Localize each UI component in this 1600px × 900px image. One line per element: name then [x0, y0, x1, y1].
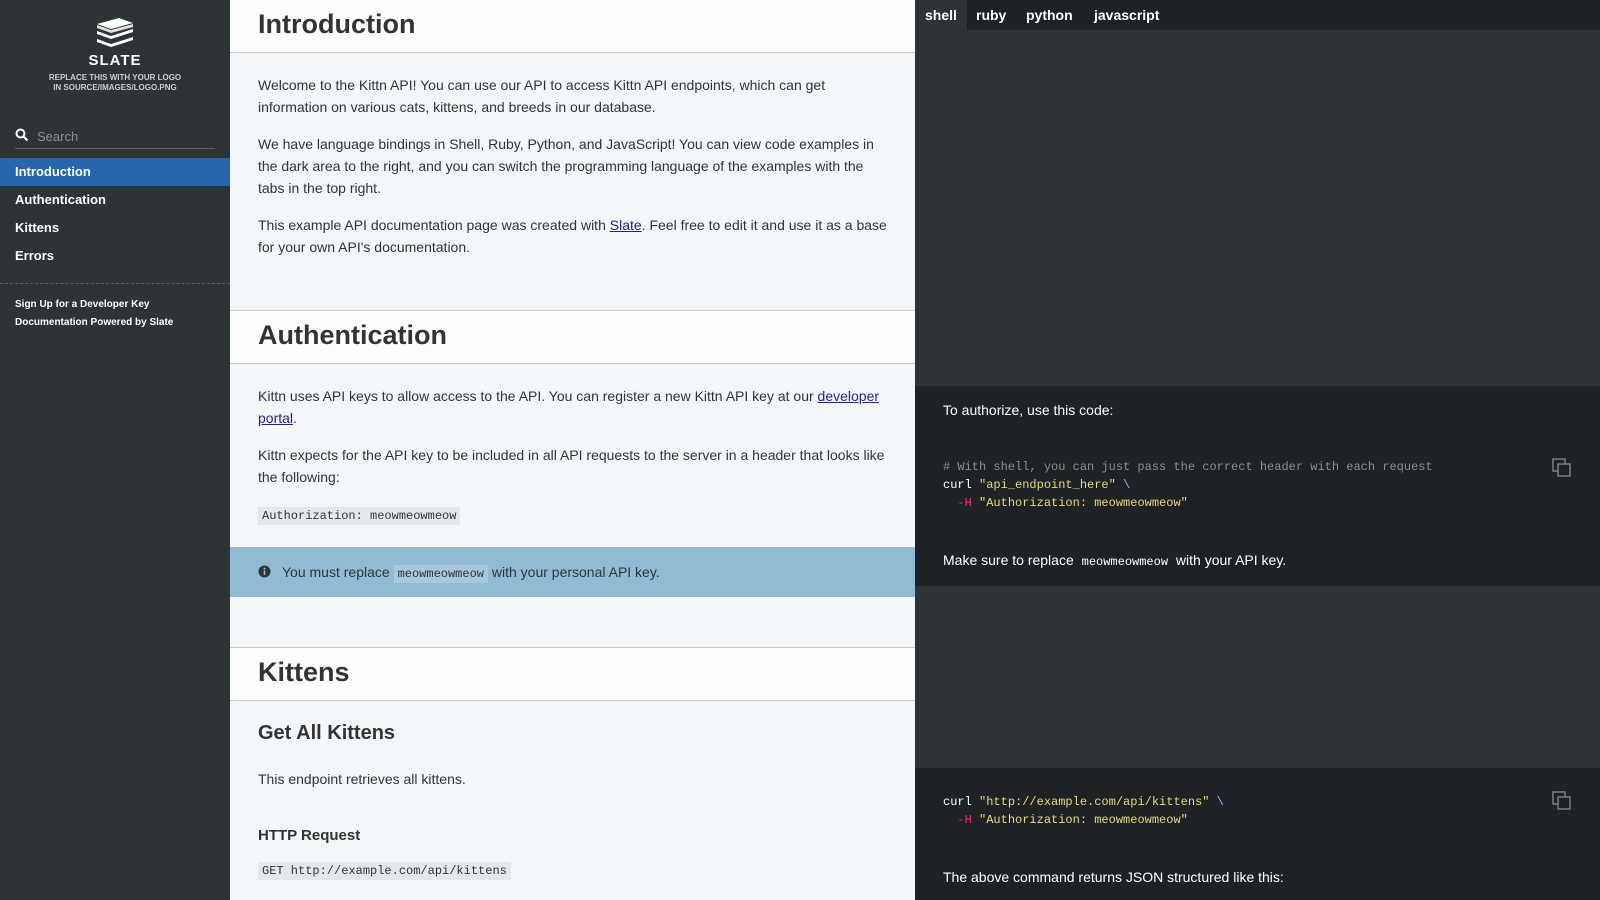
returns-json-text: The above command returns JSON structure… — [943, 869, 1284, 885]
toc-item-authentication[interactable]: Authentication — [0, 186, 230, 214]
auth-code-comment: # With shell, you can just pass the corr… — [943, 460, 1433, 474]
toc-item-errors[interactable]: Errors — [0, 242, 230, 270]
logo-title: SLATE — [88, 52, 142, 69]
developer-key-link[interactable]: Sign Up for a Developer Key — [15, 296, 173, 314]
replace-key-after: with your API key. — [1172, 552, 1287, 568]
sidebar: SLATE REPLACE THIS WITH YOUR LOGO IN SOU… — [0, 0, 230, 900]
auth-code-cmd: curl — [943, 478, 972, 492]
auth-code-url: "api_endpoint_here" — [979, 478, 1116, 492]
replace-key-block: Make sure to replace meowmeowmeow with y… — [915, 536, 1600, 586]
table-of-contents: Introduction Authentication Kittens Erro… — [0, 158, 230, 270]
tab-python[interactable]: python — [1016, 0, 1083, 30]
auth-heading-bar: Authentication — [230, 310, 915, 364]
tab-javascript[interactable]: javascript — [1084, 0, 1169, 30]
auth-intro-block: To authorize, use this code: — [915, 386, 1600, 436]
powered-by-slate-link[interactable]: Documentation Powered by Slate — [15, 314, 173, 332]
auth-code-flag: -H — [957, 496, 972, 510]
books-logo-icon — [97, 18, 133, 47]
code-panel: shell ruby python javascript To authoriz… — [915, 0, 1600, 900]
auth-heading: Authentication — [258, 320, 447, 350]
auth-p1-text: Kittn uses API keys to allow access to t… — [258, 388, 818, 404]
toc-divider — [0, 283, 230, 284]
search-input[interactable] — [35, 124, 213, 148]
notice-code: meowmeowmeow — [393, 565, 488, 583]
notice-text-after: with your personal API key. — [487, 564, 660, 580]
http-request-heading: HTTP Request — [258, 827, 361, 844]
http-request-code: GET http://example.com/api/kittens — [258, 862, 511, 880]
kittens-code-continuation: \ — [1216, 795, 1224, 809]
toc-item-introduction[interactable]: Introduction — [0, 158, 230, 186]
search-icon — [15, 128, 29, 142]
intro-p3-text: This example API documentation page was … — [258, 217, 610, 233]
logo-subtitle-line1: REPLACE THIS WITH YOUR LOGO — [48, 73, 182, 82]
tab-ruby[interactable]: ruby — [966, 0, 1016, 30]
auth-code-header: "Authorization: meowmeowmeow" — [979, 496, 1188, 510]
auth-intro-text: To authorize, use this code: — [943, 402, 1114, 418]
toc-footer: Sign Up for a Developer Key Documentatio… — [15, 296, 173, 332]
kittens-code-url: "http://example.com/api/kittens" — [979, 795, 1210, 809]
kittens-code-flag: -H — [957, 813, 972, 827]
notice-text: You must replace meowmeowmeow with your … — [282, 562, 660, 584]
info-icon — [258, 565, 271, 578]
auth-code-snippet: # With shell, you can just pass the corr… — [943, 458, 1433, 512]
kittens-code-block: curl "http://example.com/api/kittens" \ … — [915, 768, 1600, 853]
http-request-paragraph: GET http://example.com/api/kittens — [258, 858, 888, 882]
toc-item-kittens[interactable]: Kittens — [0, 214, 230, 242]
kittens-code-cmd: curl — [943, 795, 972, 809]
auth-p1-text-after: . — [293, 410, 297, 426]
get-all-kittens-description: This endpoint retrieves all kittens. — [258, 771, 466, 787]
auth-code-block: # With shell, you can just pass the corr… — [915, 436, 1600, 536]
auth-paragraph-1: Kittn uses API keys to allow access to t… — [258, 385, 888, 429]
notice-box: You must replace meowmeowmeow with your … — [230, 547, 915, 597]
copy-icon[interactable] — [1552, 791, 1572, 811]
intro-paragraph-3: This example API documentation page was … — [258, 214, 888, 258]
main-content: Introduction Welcome to the Kittn API! Y… — [230, 0, 915, 900]
intro-paragraph-1: Welcome to the Kittn API! You can use ou… — [258, 77, 826, 115]
intro-heading: Introduction — [258, 9, 416, 39]
kittens-heading: Kittens — [258, 657, 350, 687]
copy-icon[interactable] — [1552, 458, 1572, 478]
kittens-code-header: "Authorization: meowmeowmeow" — [979, 813, 1188, 827]
intro-heading-bar: Introduction — [230, 0, 915, 53]
search-box — [15, 124, 215, 149]
replace-key-text: Make sure to replace meowmeowmeow with y… — [943, 552, 1286, 569]
notice-text-before: You must replace — [282, 564, 394, 580]
auth-header-code: Authorization: meowmeowmeow — [258, 507, 461, 525]
returns-json-block: The above command returns JSON structure… — [915, 853, 1600, 900]
language-tabs: shell ruby python javascript — [915, 0, 1600, 30]
intro-paragraph-2: We have language bindings in Shell, Ruby… — [258, 136, 874, 196]
auth-paragraph-2: Kittn expects for the API key to be incl… — [258, 447, 885, 485]
replace-key-code: meowmeowmeow — [1081, 555, 1169, 569]
tab-shell[interactable]: shell — [915, 0, 967, 30]
get-all-kittens-heading: Get All Kittens — [258, 722, 396, 744]
kittens-code-snippet: curl "http://example.com/api/kittens" \ … — [943, 793, 1224, 829]
replace-key-before: Make sure to replace — [943, 552, 1078, 568]
logo[interactable]: SLATE REPLACE THIS WITH YOUR LOGO IN SOU… — [0, 14, 230, 93]
logo-subtitle: REPLACE THIS WITH YOUR LOGO IN SOURCE/IM… — [0, 73, 230, 93]
slate-link[interactable]: Slate — [610, 217, 642, 233]
kittens-heading-bar: Kittens — [230, 647, 915, 701]
auth-code-paragraph: Authorization: meowmeowmeow — [258, 503, 888, 527]
logo-subtitle-line2: IN SOURCE/IMAGES/LOGO.PNG — [53, 83, 177, 92]
auth-code-continuation: \ — [1123, 478, 1131, 492]
